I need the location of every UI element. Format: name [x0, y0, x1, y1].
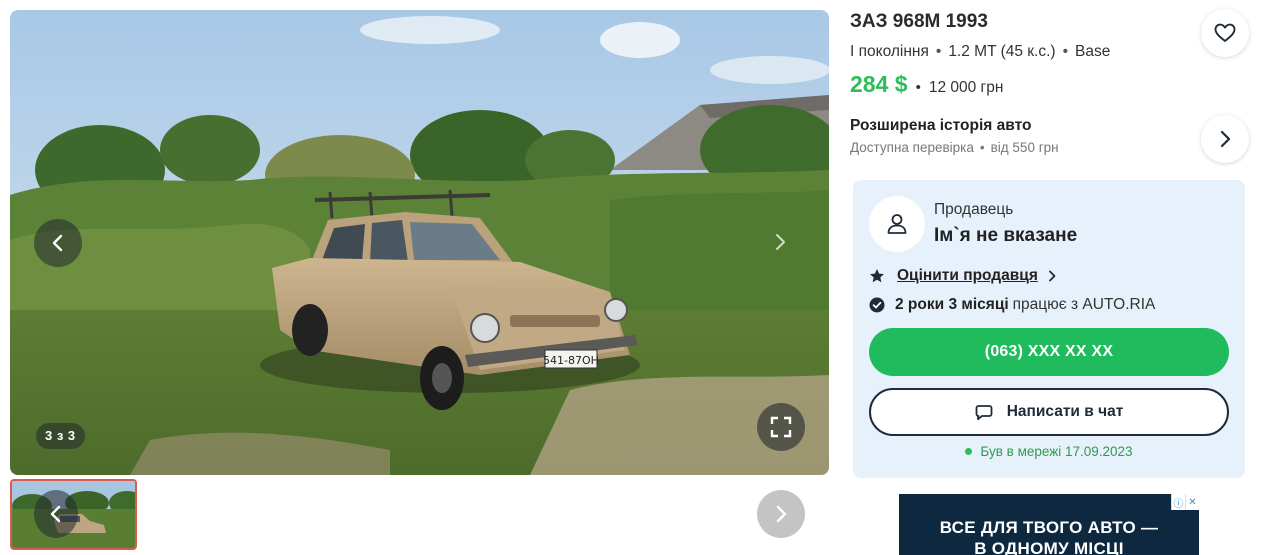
listing-title: ЗАЗ 968М 1993 — [850, 11, 988, 32]
listing-specs: I покоління • 1.2 MT (45 к.с.) • Base — [850, 43, 1110, 61]
fullscreen-button[interactable] — [757, 403, 805, 451]
history-subtitle: Доступна перевірка • від 550 грн — [850, 140, 1059, 155]
star-icon — [870, 269, 884, 283]
spec-generation: I покоління — [850, 43, 929, 60]
rate-seller-link[interactable]: Оцінити продавця — [869, 266, 1056, 286]
seller-card: Продавець Ім`я не вказане Оцінити продав… — [853, 180, 1245, 478]
spec-engine: 1.2 MT (45 к.с.) — [948, 43, 1056, 60]
avatar — [869, 196, 925, 252]
price-usd: 284 $ — [850, 71, 908, 97]
photo-gallery[interactable]: 541-87ОН 3 з 3 — [10, 10, 829, 475]
ad-info-icon[interactable]: ⓘ — [1171, 494, 1185, 510]
price-row: 284 $ • 12 000 грн — [850, 71, 1003, 98]
chat-button-label: Написати в чат — [1006, 403, 1124, 420]
chevron-left-icon — [52, 234, 63, 252]
separator-dot: • — [979, 140, 985, 155]
separator-dot: • — [1062, 43, 1069, 60]
ad-headline-1: ВСЕ ДЛЯ ТВОГО АВТО — — [939, 518, 1159, 537]
seller-name: Ім`я не вказане — [934, 225, 1078, 246]
ad-badges[interactable]: ⓘ ✕ — [1171, 494, 1199, 510]
separator-dot: • — [935, 43, 942, 60]
chevron-right-icon — [776, 505, 787, 523]
chevron-left-icon — [50, 505, 61, 523]
gallery-next-button[interactable] — [756, 218, 804, 266]
price-uah: 12 000 грн — [928, 79, 1004, 96]
car-photo[interactable]: 541-87ОН — [10, 10, 829, 475]
ad-headline-2: В ОДНОМУ МІСЦІ — [974, 539, 1124, 555]
favorite-button[interactable] — [1201, 9, 1249, 57]
history-price: від 550 грн — [990, 140, 1059, 155]
experience-text: працює з AUTO.RIA — [1012, 296, 1156, 313]
expand-icon — [770, 416, 792, 438]
ad-banner[interactable]: ⓘ ✕ ВСЕ ДЛЯ ТВОГО АВТО — В ОДНОМУ МІСЦІ — [899, 494, 1199, 555]
seller-label: Продавець — [934, 201, 1014, 218]
history-title[interactable]: Розширена історія авто — [850, 117, 1031, 135]
separator-dot: • — [915, 79, 921, 96]
history-open-button[interactable] — [1201, 115, 1249, 163]
seller-experience: 2 роки 3 місяці працює з AUTO.RIA — [869, 295, 1155, 315]
online-status: Був в мережі 17.09.2023 — [853, 444, 1245, 459]
thumbnail-prev-button[interactable] — [34, 490, 78, 538]
online-dot — [965, 447, 973, 455]
online-status-text: Був в мережі 17.09.2023 — [980, 444, 1133, 459]
rate-seller-label[interactable]: Оцінити продавця — [897, 267, 1038, 285]
chevron-right-icon — [1048, 270, 1056, 282]
thumbnail-next-button[interactable] — [757, 490, 805, 538]
spec-trim: Base — [1075, 43, 1111, 60]
heart-icon — [1214, 23, 1236, 42]
ad-close-icon[interactable]: ✕ — [1185, 494, 1199, 510]
photo-counter: 3 з 3 — [36, 423, 85, 449]
user-icon — [887, 214, 907, 234]
chat-button[interactable]: Написати в чат — [869, 388, 1229, 436]
chevron-right-icon — [1220, 130, 1231, 148]
check-badge-icon — [869, 297, 885, 313]
history-availability: Доступна перевірка — [850, 140, 974, 155]
chevron-right-icon — [776, 234, 785, 250]
chat-bubble-icon — [975, 404, 993, 421]
show-phone-button[interactable]: (063) XXX XX XX — [869, 328, 1229, 376]
svg-text:541-87ОН: 541-87ОН — [543, 354, 599, 367]
gallery-prev-button[interactable] — [34, 219, 82, 267]
experience-duration: 2 роки 3 місяці — [895, 296, 1009, 313]
